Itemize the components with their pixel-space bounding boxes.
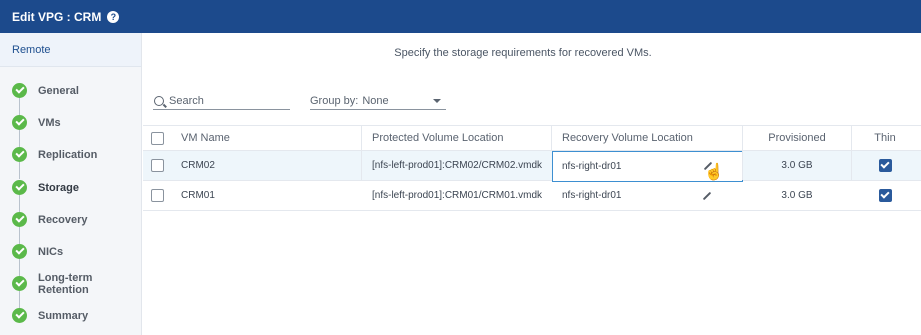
column-header-protected-volume[interactable]: Protected Volume Location [372,126,503,150]
check-circle-icon [12,211,27,227]
step-vms[interactable]: VMs [0,107,141,148]
chevron-down-icon [433,99,441,103]
step-recovery[interactable]: Recovery [0,204,141,244]
row-checkbox[interactable] [151,189,164,202]
provisioned-cell: 3.0 GB [781,190,813,201]
column-header-thin[interactable]: Thin [852,126,918,150]
column-header-provisioned[interactable]: Provisioned [743,126,851,150]
column-divider [551,126,552,150]
recovery-volume-cell: nfs-right-dr01 [562,161,622,172]
instructions-text: Specify the storage requirements for rec… [394,47,652,59]
table-header-row: VM Name Protected Volume Location Recove… [143,125,921,151]
step-label: NICs [38,246,64,259]
step-long-term-retention[interactable]: Long-term Retention [0,268,141,309]
column-header-vm-name[interactable]: VM Name [181,126,230,150]
step-general[interactable]: General [0,75,141,115]
table-row[interactable]: CRM02 [nfs-left-prod01]:CRM02/CRM02.vmdk… [143,151,921,182]
check-circle-icon [12,179,27,195]
step-label: Recovery [38,213,88,226]
check-circle-icon [12,243,27,259]
check-circle-icon [12,308,27,324]
check-circle-icon [12,83,27,98]
main-content: Specify the storage requirements for rec… [143,33,921,335]
recovery-volume-edit-field[interactable]: nfs-right-dr01 ☝ [552,151,743,182]
thin-checkbox-cell [852,151,918,180]
search-icon [154,95,164,106]
step-label: General [38,85,79,98]
wizard-steps: General VMs Replication Storage Recovery… [0,67,141,333]
step-label: Long-term Retention [38,272,93,297]
thin-checkbox[interactable] [878,189,892,202]
row-checkbox[interactable] [151,159,164,172]
table-row[interactable]: CRM01 [nfs-left-prod01]:CRM01/CRM01.vmdk… [143,181,921,211]
window-title: Edit VPG : CRM [12,9,102,24]
step-replication[interactable]: Replication [0,139,141,180]
pencil-icon[interactable] [702,191,712,201]
search-input[interactable]: Search [153,92,290,110]
step-label: Storage [38,181,79,194]
help-icon[interactable]: ? [107,10,120,23]
thin-checkbox-cell [852,181,918,210]
group-by-select[interactable]: Group by: None [310,92,446,110]
step-storage[interactable]: Storage [0,172,141,212]
step-label: Replication [38,149,98,162]
search-placeholder: Search [169,94,204,107]
wizard-sidebar: Remote General VMs Replication Storage R… [0,33,142,335]
check-circle-icon [12,115,27,131]
check-circle-icon [12,276,27,292]
check-circle-icon [12,147,27,163]
step-label: Summary [38,310,89,323]
vm-name-cell: CRM02 [181,160,215,171]
vm-name-cell: CRM01 [181,190,215,201]
recovery-volume-cell[interactable]: nfs-right-dr01 [562,181,621,210]
column-header-recovery-volume[interactable]: Recovery Volume Location [562,126,693,150]
column-divider [361,126,362,150]
group-by-value: None [362,94,389,107]
thin-checkbox[interactable] [878,159,892,172]
step-summary[interactable]: Summary [0,300,141,332]
storage-table: VM Name Protected Volume Location Recove… [143,125,921,211]
step-label: VMs [38,117,61,130]
select-all-checkbox[interactable] [151,132,164,145]
hand-pointer-icon: ☝ [704,164,724,181]
column-divider [361,151,362,180]
protected-volume-cell: [nfs-left-prod01]:CRM01/CRM01.vmdk [372,190,543,201]
group-by-label: Group by: [310,94,359,107]
window-titlebar: Edit VPG : CRM ? [0,0,921,33]
sidebar-header[interactable]: Remote [0,33,141,67]
step-nics[interactable]: NICs [0,236,141,276]
protected-volume-cell: [nfs-left-prod01]:CRM02/CRM02.vmdk [372,160,543,171]
provisioned-cell: 3.0 GB [781,160,813,171]
